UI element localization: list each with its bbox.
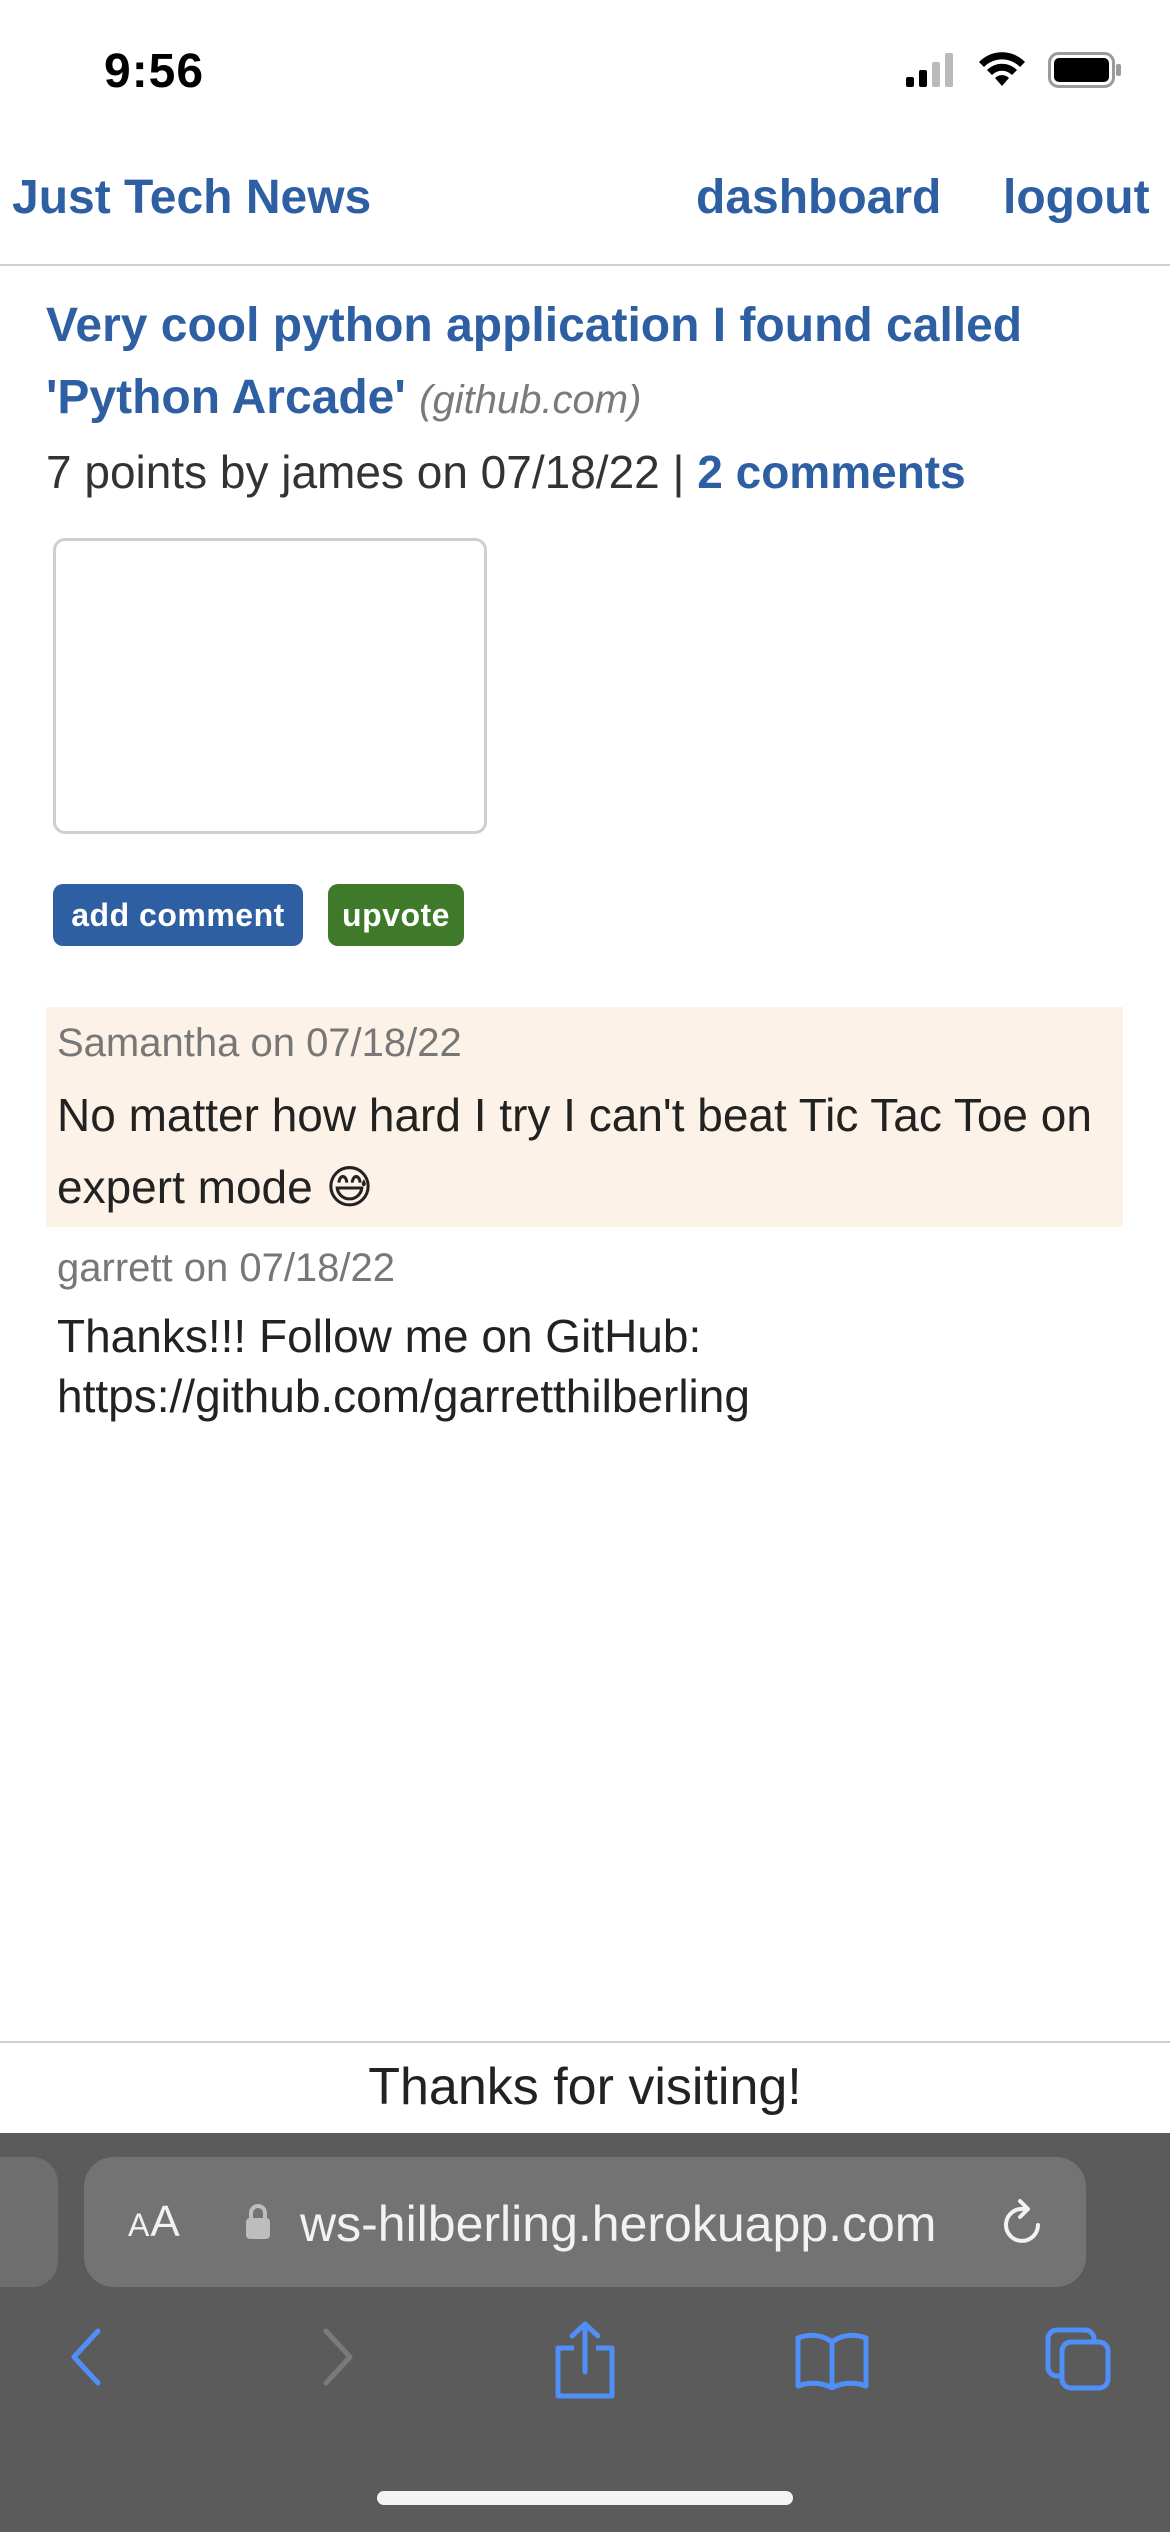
status-time: 9:56 <box>104 45 205 98</box>
comments-link[interactable]: 2 comments <box>697 446 965 498</box>
site-header: Just Tech News dashboard logout <box>0 170 1170 266</box>
comment-item: Samantha on 07/18/22 No matter how hard … <box>46 1007 1123 1227</box>
previous-tab-stub[interactable] <box>0 2157 58 2287</box>
comment-input[interactable] <box>53 538 487 834</box>
wifi-icon <box>979 52 1025 86</box>
reload-icon[interactable] <box>998 2197 1046 2247</box>
battery-icon <box>1048 52 1121 88</box>
comment-text: No matter how hard I try I can't beat Ti… <box>57 1089 1092 1213</box>
home-indicator <box>377 2491 793 2505</box>
comment-text: Thanks!!! Follow me on GitHub: https://g… <box>57 1310 750 1422</box>
text-size-small-a: A <box>128 2207 151 2243</box>
text-size-button[interactable]: AA <box>128 2197 181 2247</box>
comment-item: garrett on 07/18/22 Thanks!!! Follow me … <box>46 1232 1123 1432</box>
site-title-link[interactable]: Just Tech News <box>12 170 371 225</box>
add-comment-button[interactable]: add comment <box>53 884 303 946</box>
back-icon[interactable] <box>66 2325 106 2389</box>
dashboard-link[interactable]: dashboard <box>696 170 941 225</box>
lock-icon <box>246 2204 270 2239</box>
share-icon[interactable] <box>550 2320 620 2400</box>
text-size-large-a: A <box>150 2197 181 2246</box>
post-domain: (github.com) <box>419 378 642 422</box>
cellular-signal-icon <box>906 53 953 87</box>
address-bar[interactable]: AA ws-hilberling.herokuapp.com <box>84 2157 1086 2287</box>
logout-link[interactable]: logout <box>1003 170 1150 225</box>
post-meta-text: 7 points by james on 07/18/22 | <box>46 446 698 498</box>
status-icons <box>906 52 1122 88</box>
url-text[interactable]: ws-hilberling.herokuapp.com <box>300 2195 936 2253</box>
upvote-button[interactable]: upvote <box>328 884 464 946</box>
site-footer: Thanks for visiting! <box>0 2041 1170 2133</box>
forward-icon <box>323 2328 353 2386</box>
tabs-icon[interactable] <box>1044 2326 1114 2392</box>
status-bar: 9:56 <box>0 0 1170 150</box>
post-title: Very cool python application I found cal… <box>46 290 1126 436</box>
comment-author: garrett on 07/18/22 <box>57 1246 396 1290</box>
comment-author: Samantha on 07/18/22 <box>57 1021 462 1065</box>
bookmarks-icon[interactable] <box>794 2330 870 2390</box>
post-meta: 7 points by james on 07/18/22 | 2 commen… <box>46 442 966 502</box>
